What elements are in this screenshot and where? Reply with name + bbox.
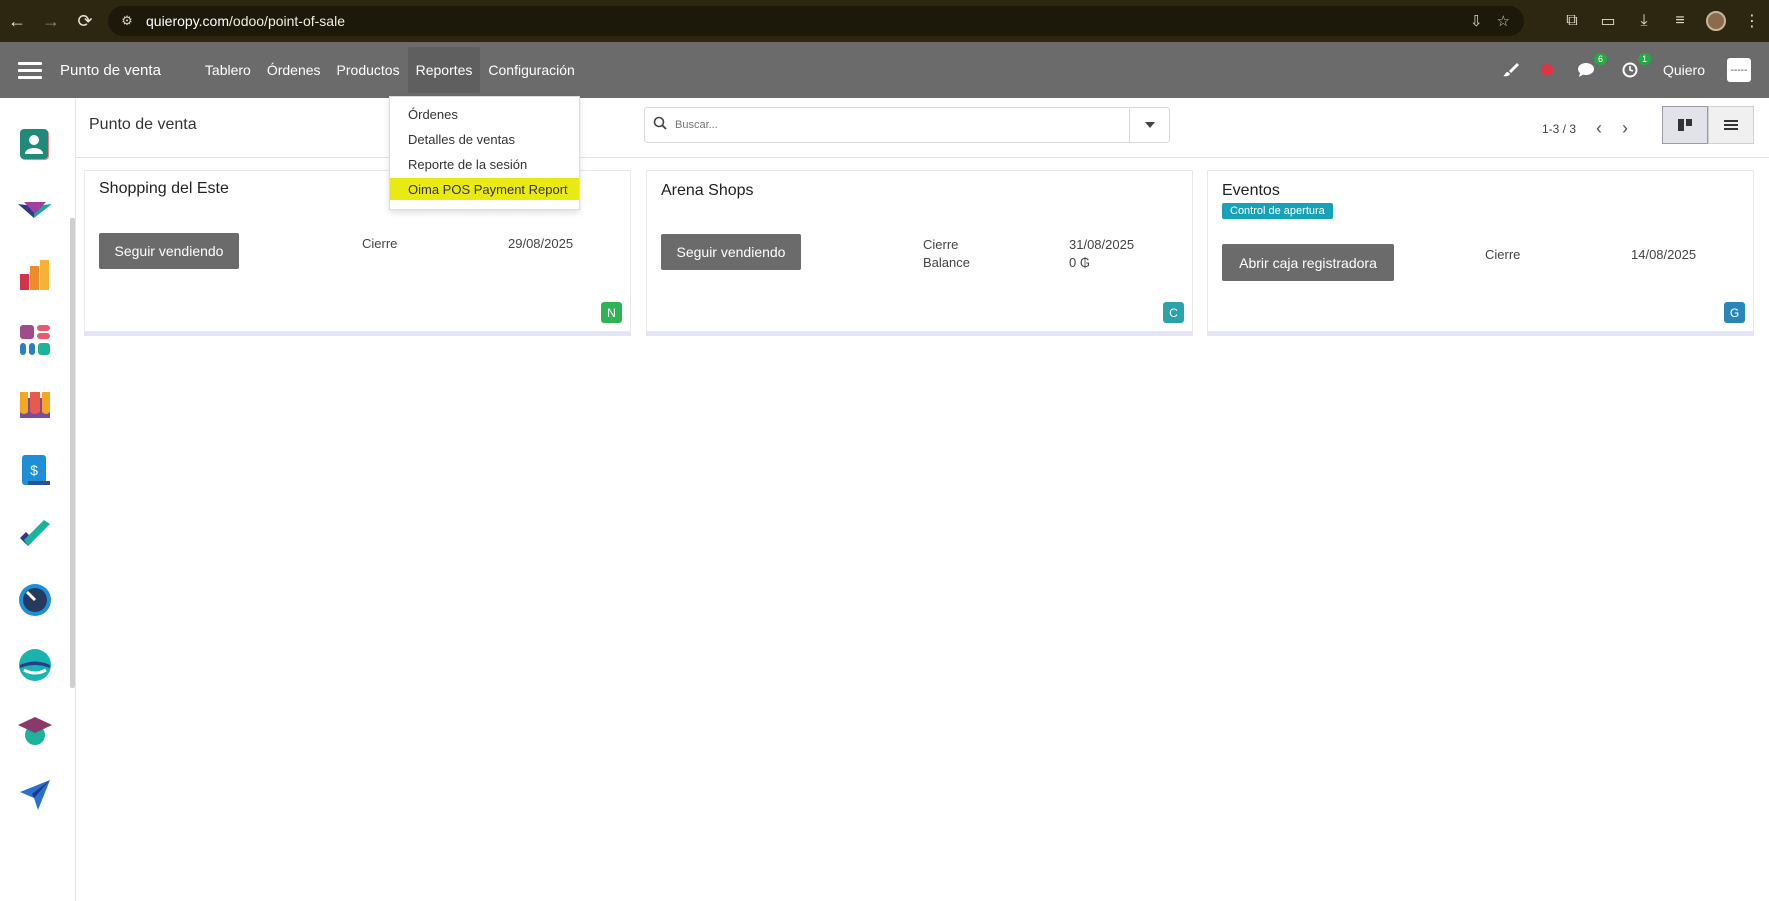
install-app-icon[interactable]: ⇩	[1470, 12, 1483, 30]
menu-tablero[interactable]: Tablero	[197, 47, 259, 93]
invoicing-app-icon[interactable]: $	[18, 453, 52, 487]
project-app-icon[interactable]	[18, 518, 52, 552]
downloads-icon[interactable]: ⤓	[1627, 4, 1661, 38]
timesheets-app-icon[interactable]	[18, 583, 52, 617]
closing-date: 31/08/2025	[1069, 237, 1135, 252]
app-sidebar: $	[0, 98, 76, 901]
balance-value: 0 ₲	[1069, 255, 1090, 270]
list-icon	[1724, 120, 1738, 130]
continue-selling-button[interactable]: Seguir vendiendo	[661, 234, 801, 270]
opening-control-tag: Control de apertura	[1222, 203, 1333, 219]
kanban-icon	[1678, 119, 1692, 131]
messages-icon[interactable]: 6	[1575, 53, 1607, 81]
browser-toolbar: ← → ⟳ ⚙ quieropy.com/odoo/point-of-sale …	[0, 0, 1769, 42]
pos-card-name[interactable]: Shopping del Este	[99, 180, 229, 198]
search-input[interactable]	[675, 110, 1129, 140]
balance-label: Balance	[923, 255, 970, 270]
pos-card-name[interactable]: Eventos	[1222, 182, 1280, 200]
search-icon	[645, 116, 675, 134]
browser-menu-icon[interactable]: ⋮	[1735, 4, 1769, 38]
extensions-icon[interactable]: ⧉	[1555, 4, 1589, 38]
closing-date: 14/08/2025	[1631, 247, 1697, 262]
menu-reportes[interactable]: Reportes	[407, 47, 481, 93]
menu-ordenes[interactable]: Órdenes	[259, 47, 329, 93]
list-view-button[interactable]	[1708, 106, 1754, 144]
closing-label: Cierre	[923, 237, 959, 252]
brush-icon[interactable]	[1502, 61, 1519, 80]
pager-value[interactable]: 1-3 / 3	[1542, 122, 1576, 136]
closing-label: Cierre	[362, 236, 398, 251]
search-options-toggle[interactable]	[1129, 108, 1169, 142]
sales-app-icon[interactable]	[18, 258, 52, 292]
tab-search-icon[interactable]: ≡	[1663, 4, 1697, 38]
kanban-view-button[interactable]	[1662, 106, 1708, 144]
main-navbar: Punto de venta Tablero Órdenes Productos…	[0, 42, 1769, 98]
messages-count-badge: 6	[1593, 53, 1607, 65]
email-marketing-app-icon[interactable]	[18, 778, 52, 812]
pos-card-eventos: Eventos Control de apertura Abrir caja r…	[1207, 170, 1754, 332]
back-icon[interactable]: ←	[0, 4, 34, 38]
reports-dropdown-menu: Órdenes Detalles de ventas Reporte de la…	[389, 96, 580, 210]
continue-selling-button[interactable]: Seguir vendiendo	[99, 233, 239, 269]
closing-date: 29/08/2025	[508, 236, 574, 251]
pos-card-letter-badge: N	[601, 302, 622, 323]
breadcrumb: Punto de venta	[89, 116, 197, 133]
url-text[interactable]: quieropy.com/odoo/point-of-sale	[146, 13, 345, 29]
pos-card-arena-shops: Arena Shops Seguir vendiendo Cierre 31/0…	[646, 170, 1193, 332]
pos-card-name[interactable]: Arena Shops	[661, 182, 754, 200]
svg-text:$: $	[30, 462, 38, 478]
discuss-app-icon[interactable]	[18, 648, 52, 682]
sidebar-scrollbar[interactable]	[70, 218, 75, 688]
site-settings-icon[interactable]: ⚙	[112, 13, 142, 29]
crm-app-icon[interactable]	[18, 194, 52, 228]
reload-icon[interactable]: ⟳	[68, 4, 102, 38]
open-register-button[interactable]: Abrir caja registradora	[1222, 244, 1394, 281]
caret-down-icon	[1144, 122, 1155, 128]
pager-previous-icon[interactable]: ‹	[1596, 118, 1602, 139]
reports-menu-item-ordenes[interactable]: Órdenes	[390, 103, 579, 125]
control-panel: Punto de venta 1-3 / 3 ‹ ›	[76, 98, 1769, 158]
pager: 1-3 / 3 ‹ ›	[1542, 118, 1628, 139]
reports-menu-item-sales-details[interactable]: Detalles de ventas	[390, 128, 579, 150]
reports-menu-item-payment-report[interactable]: Oima POS Payment Report	[390, 178, 579, 200]
app-menu-icon[interactable]	[18, 61, 42, 79]
pos-card-letter-badge: G	[1724, 302, 1745, 323]
view-switcher	[1662, 106, 1754, 144]
dashboard-app-icon[interactable]	[18, 323, 52, 357]
bookmark-star-icon[interactable]: ☆	[1497, 12, 1510, 30]
search-bar[interactable]	[644, 107, 1170, 143]
elearning-app-icon[interactable]	[18, 713, 52, 747]
user-avatar[interactable]: -----	[1727, 58, 1751, 82]
company-name[interactable]: Quiero	[1663, 62, 1705, 78]
pos-app-icon[interactable]	[18, 388, 52, 422]
menu-configuracion[interactable]: Configuración	[480, 47, 582, 93]
address-bar[interactable]: ⚙ quieropy.com/odoo/point-of-sale ⇩ ☆	[108, 6, 1524, 36]
activities-clock-icon[interactable]: 1	[1619, 53, 1651, 81]
reading-mode-icon[interactable]: ▭	[1591, 4, 1625, 38]
pager-next-icon[interactable]: ›	[1622, 118, 1628, 139]
contacts-app-icon[interactable]	[18, 128, 52, 162]
pos-card-letter-badge: C	[1163, 302, 1184, 323]
reports-menu-item-session-report[interactable]: Reporte de la sesión	[390, 153, 579, 175]
closing-label: Cierre	[1485, 247, 1521, 262]
activities-count-badge: 1	[1637, 53, 1651, 65]
menu-productos[interactable]: Productos	[329, 47, 408, 93]
app-title[interactable]: Punto de venta	[60, 62, 161, 79]
profile-avatar[interactable]	[1699, 4, 1733, 38]
status-dot-icon[interactable]	[1540, 64, 1553, 76]
forward-icon[interactable]: →	[34, 4, 68, 38]
